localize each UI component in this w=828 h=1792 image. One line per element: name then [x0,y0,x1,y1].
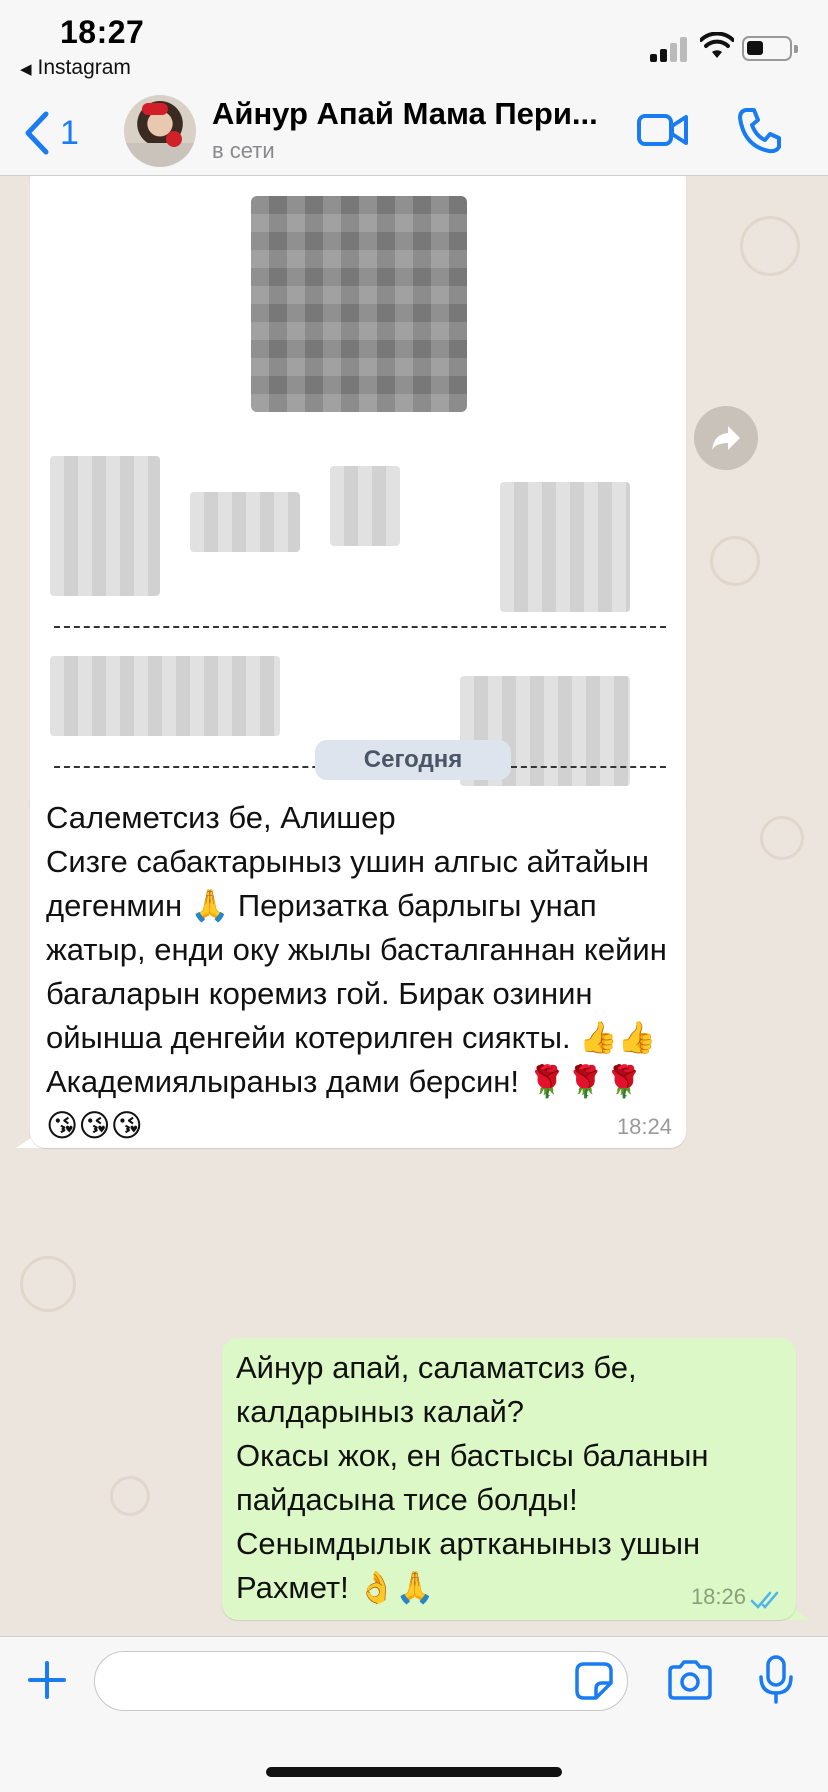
back-triangle-icon: ◀ [20,61,32,78]
sticker-icon[interactable] [574,1661,614,1701]
forward-arrow-icon [712,426,740,450]
camera-icon[interactable] [666,1659,714,1701]
microphone-icon[interactable] [758,1655,794,1705]
cellular-signal-icon [650,36,690,62]
message-time: 18:24 [616,1114,672,1139]
message-text: Салеметсиз бе, Алишер Сизге сабактарыныз… [46,800,667,1143]
image-message[interactable] [30,176,686,818]
wallpaper-doodle [110,1476,150,1516]
incoming-message[interactable]: Салеметсиз бе, Алишер Сизге сабактарыныз… [30,788,686,1148]
message-input[interactable] [94,1651,628,1711]
home-indicator[interactable] [266,1767,562,1777]
forward-button[interactable] [694,406,758,470]
blurred-content [50,656,280,736]
blurred-content [500,482,630,612]
contact-avatar[interactable] [124,95,196,167]
wallpaper-doodle [710,536,760,586]
back-app-label: Instagram [37,56,131,79]
battery-icon [742,36,798,61]
date-divider: Сегодня [315,740,511,780]
wallpaper-doodle [740,216,800,276]
video-call-icon[interactable] [636,108,690,152]
wifi-icon [700,32,734,58]
back-to-app-link[interactable]: ◀ Instagram [20,56,131,80]
wallpaper-doodle [20,1256,76,1312]
contact-name[interactable]: Айнур Апай Мама Пери... [212,96,622,132]
outgoing-message[interactable]: Айнур апай, саламатсиз бе, калдарыныз ка… [222,1338,796,1620]
blurred-content [50,456,160,596]
blurred-content [330,466,400,546]
message-time: 18:26 [690,1584,746,1609]
message-text: Айнур апай, саламатсиз бе, калдарыныз ка… [236,1350,709,1605]
plus-icon[interactable] [26,1659,68,1701]
blurred-qr-code [251,196,467,412]
input-bar [0,1636,828,1792]
unread-count: 1 [60,113,79,152]
chevron-left-icon [25,111,49,155]
chat-area[interactable]: Сегодня Салеметсиз бе, Алишер Сизге саба… [0,176,828,1636]
chat-header: 1 Айнур Апай Мама Пери... в сети [0,90,828,176]
back-button[interactable]: 1 [24,108,84,158]
read-receipt-icon [750,1591,779,1609]
phone-call-icon[interactable] [736,106,782,154]
contact-status: в сети [212,138,275,163]
status-bar: 18:27 ◀ Instagram [0,0,828,90]
wallpaper-doodle [760,816,804,860]
blurred-content [190,492,300,552]
status-time: 18:27 [60,14,145,50]
dashed-divider [54,626,666,628]
